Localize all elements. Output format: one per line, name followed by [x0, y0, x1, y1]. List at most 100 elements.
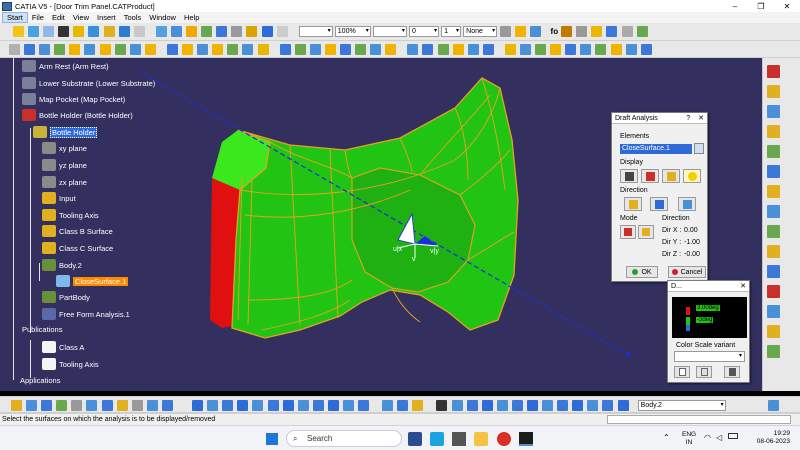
tool-icon[interactable]	[636, 26, 648, 37]
tool-icon[interactable]	[565, 44, 577, 55]
ok-button[interactable]: OK	[626, 266, 658, 278]
tool-icon[interactable]	[129, 44, 141, 55]
tool-icon[interactable]	[535, 44, 547, 55]
tool-icon[interactable]	[767, 65, 780, 78]
tool-icon[interactable]	[591, 26, 603, 37]
tool-icon[interactable]	[542, 400, 554, 411]
thickness-combo[interactable]: 0 ▾	[408, 26, 439, 37]
tool-icon[interactable]	[166, 44, 178, 55]
tool-icon[interactable]	[397, 400, 409, 411]
tree-node-closesurface-1[interactable]: CloseSurface.1	[56, 275, 129, 287]
tool-icon[interactable]	[767, 165, 780, 178]
tool-icon[interactable]	[580, 44, 592, 55]
tool-icon[interactable]	[56, 400, 68, 411]
wifi-icon[interactable]: ◠	[704, 433, 711, 442]
tool-icon[interactable]	[511, 400, 523, 411]
tool-icon[interactable]	[452, 44, 464, 55]
tool-icon[interactable]	[279, 44, 291, 55]
tree-node-free-form-analysis[interactable]: Free Form Analysis.1	[42, 308, 130, 320]
tool-icon[interactable]	[182, 44, 194, 55]
tool-icon[interactable]	[216, 26, 228, 37]
display-full-button[interactable]	[620, 169, 638, 183]
tool-icon[interactable]	[69, 44, 81, 55]
tree-node-class-a[interactable]: Class A	[42, 341, 84, 353]
tool-icon[interactable]	[451, 400, 463, 411]
tool-icon[interactable]	[587, 400, 599, 411]
fog-button[interactable]: fo	[551, 27, 559, 36]
tree-node-class-b-surface[interactable]: Class B Surface	[42, 225, 113, 237]
tool-icon[interactable]	[355, 44, 367, 55]
body-combo[interactable]: Body.2 ▾	[637, 400, 726, 411]
tool-icon[interactable]	[276, 26, 288, 37]
tool-icon[interactable]	[481, 400, 493, 411]
tool-icon[interactable]	[767, 185, 780, 198]
command-input[interactable]	[607, 415, 791, 424]
volume-icon[interactable]: ◁	[716, 433, 722, 442]
tool-icon[interactable]	[54, 44, 66, 55]
tool-icon[interactable]	[767, 125, 780, 138]
tool-icon[interactable]	[500, 26, 512, 37]
tool-icon[interactable]	[161, 400, 173, 411]
tool-icon[interactable]	[561, 26, 573, 37]
tool-icon[interactable]	[133, 26, 145, 37]
tool-icon[interactable]	[309, 44, 321, 55]
tool-icon[interactable]	[246, 26, 258, 37]
tree-node-class-c-surface[interactable]: Class C Surface	[42, 242, 113, 254]
tool-icon[interactable]	[99, 44, 111, 55]
tool-icon[interactable]	[297, 400, 309, 411]
catia-taskbar-icon[interactable]	[519, 432, 533, 446]
tool-icon[interactable]	[640, 44, 652, 55]
tool-icon[interactable]	[13, 26, 24, 37]
tool-icon[interactable]	[437, 44, 449, 55]
menu-window[interactable]: Window	[145, 13, 180, 22]
tool-icon[interactable]	[482, 44, 494, 55]
tool-icon[interactable]	[155, 26, 167, 37]
tool-icon[interactable]	[436, 400, 448, 411]
direction-compass-button[interactable]	[624, 197, 642, 211]
tool-icon[interactable]	[131, 400, 143, 411]
direction-lock-button[interactable]	[650, 197, 668, 211]
tool-icon[interactable]	[26, 400, 38, 411]
taskbar-search[interactable]: ⌕ Search	[286, 430, 402, 447]
tree-node-tooling-axis[interactable]: Tooling Axis	[42, 209, 99, 221]
tool-icon[interactable]	[527, 400, 538, 411]
color-dialog-close-button[interactable]: ✕	[740, 282, 746, 290]
tool-icon[interactable]	[602, 400, 614, 411]
tool-icon[interactable]	[466, 400, 478, 411]
language-indicator[interactable]: ENG IN	[682, 431, 696, 447]
close-button[interactable]: ✕	[774, 2, 800, 11]
tool-icon[interactable]	[767, 145, 780, 158]
tool-icon[interactable]	[767, 345, 780, 358]
tool-icon[interactable]	[201, 26, 213, 37]
tool-icon[interactable]	[385, 44, 397, 55]
tool-icon[interactable]	[197, 44, 209, 55]
tool-icon[interactable]	[767, 400, 779, 411]
tool-icon[interactable]	[767, 305, 780, 318]
tool-icon[interactable]	[576, 26, 588, 37]
tool-icon[interactable]	[227, 44, 239, 55]
tool-icon[interactable]	[625, 44, 637, 55]
cancel-button[interactable]: Cancel	[668, 266, 706, 278]
tree-node-publications[interactable]: Publications	[22, 325, 62, 334]
clock[interactable]: 19:29 08-06-2023	[744, 430, 790, 446]
tool-icon[interactable]	[186, 26, 198, 37]
tool-icon[interactable]	[261, 26, 273, 37]
dialog-close-button[interactable]: ✕	[698, 114, 704, 122]
tool-icon[interactable]	[327, 400, 339, 411]
tool-icon[interactable]	[28, 26, 40, 37]
tool-icon[interactable]	[146, 400, 158, 411]
color-edit-button[interactable]	[696, 366, 712, 378]
tool-icon[interactable]	[9, 44, 20, 55]
tree-node-applications[interactable]: Applications	[20, 376, 60, 385]
tool-icon[interactable]	[267, 400, 279, 411]
tree-node-arm-rest[interactable]: Arm Rest (Arm Rest)	[22, 60, 109, 72]
tool-icon[interactable]	[767, 205, 780, 218]
tool-icon[interactable]	[103, 26, 115, 37]
tool-icon[interactable]	[252, 400, 264, 411]
tool-icon[interactable]	[339, 44, 351, 55]
tool-icon[interactable]	[515, 26, 527, 37]
tool-icon[interactable]	[312, 400, 324, 411]
color-save-button[interactable]	[724, 366, 740, 378]
tree-node-map-pocket[interactable]: Map Pocket (Map Pocket)	[22, 93, 125, 105]
tool-icon[interactable]	[242, 44, 254, 55]
